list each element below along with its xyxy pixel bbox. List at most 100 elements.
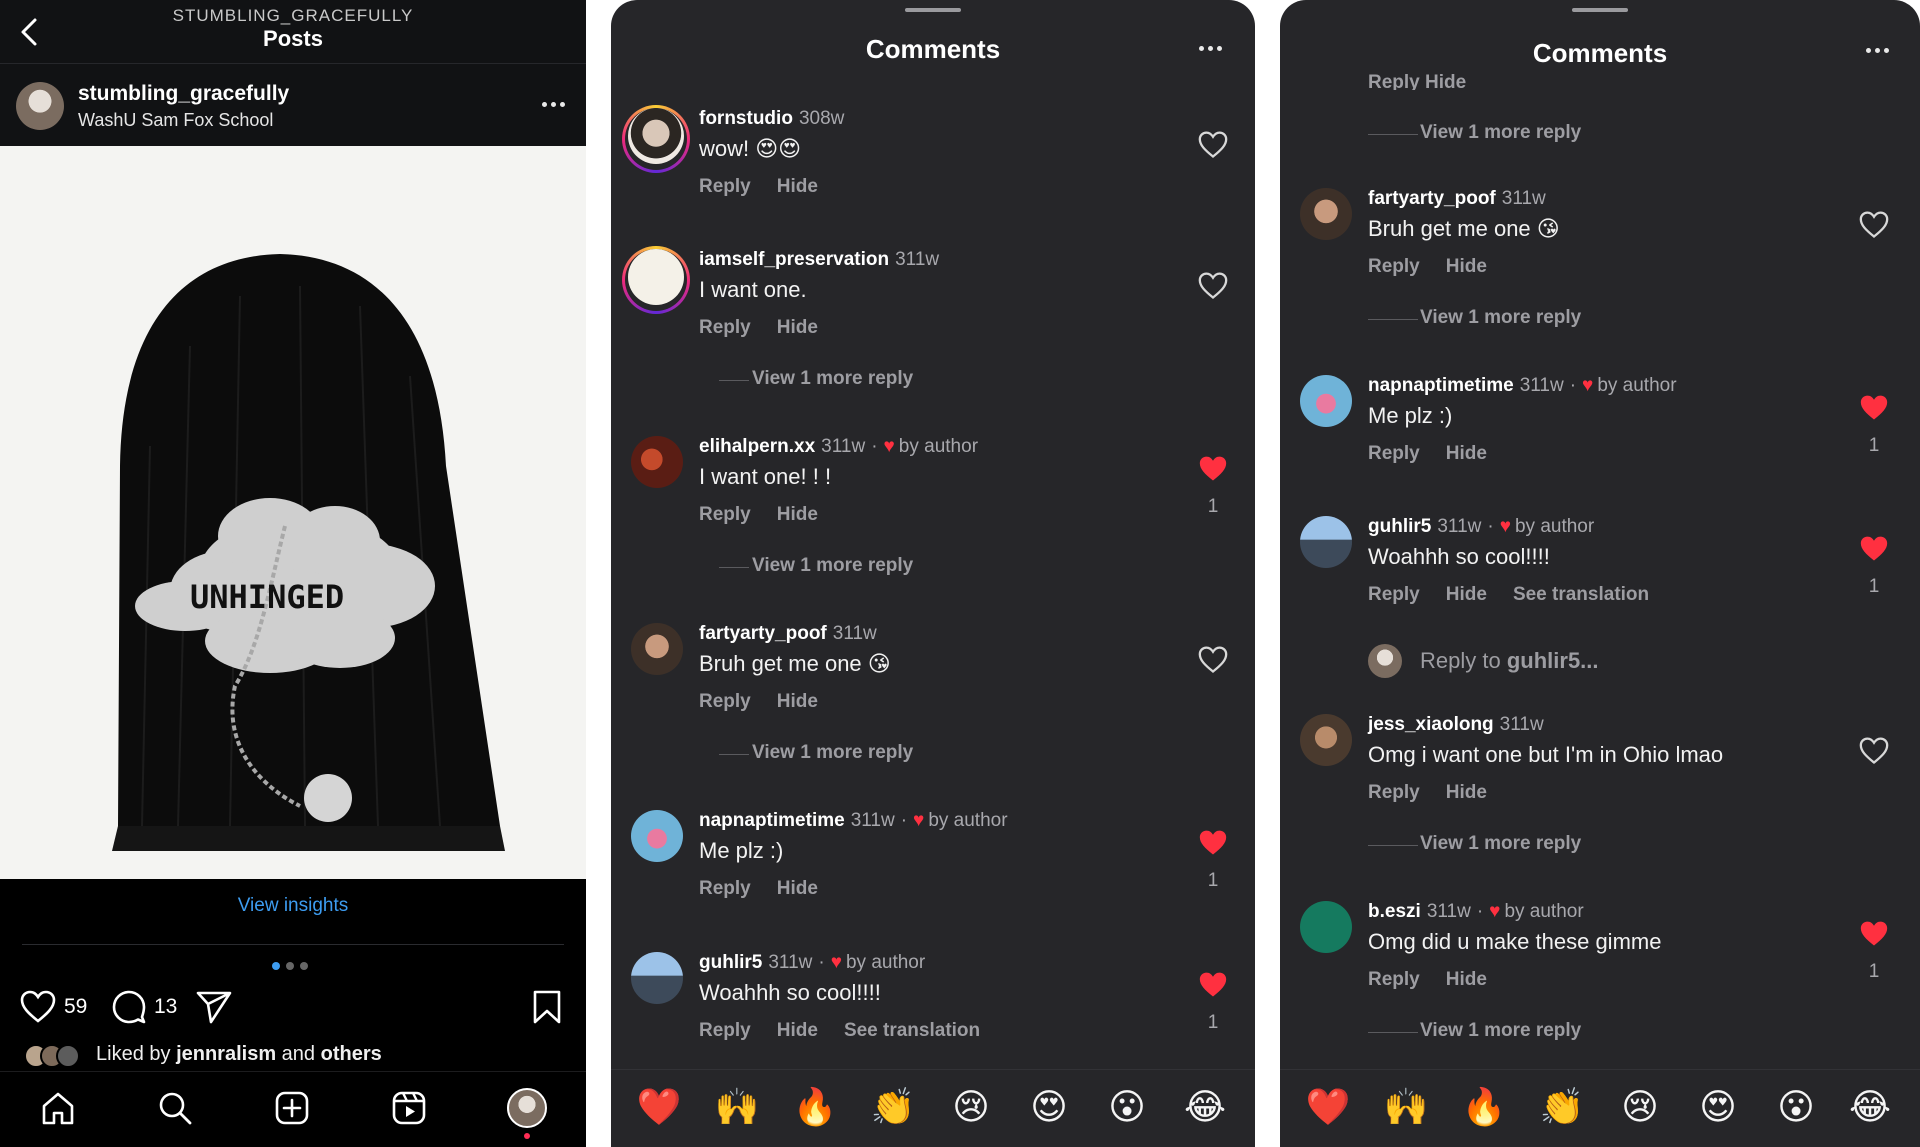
heart-filled-icon[interactable] [1195, 826, 1231, 860]
see-translation-button[interactable]: See translation [844, 1020, 980, 1041]
reply-button[interactable]: Reply [699, 317, 751, 338]
avatar[interactable] [16, 82, 64, 130]
emoji-button[interactable]: 😂 [1846, 1084, 1894, 1132]
comment-username[interactable]: fartyarty_poof [1368, 188, 1496, 209]
emoji-button[interactable]: 🙌 [1382, 1084, 1430, 1132]
emoji-button[interactable]: 😢 [1616, 1084, 1664, 1132]
emoji-button[interactable]: 😢 [947, 1084, 995, 1132]
comment-bubble-icon[interactable] [112, 990, 146, 1024]
avatar[interactable] [628, 108, 684, 164]
comment-username[interactable]: elihalpern.xx [699, 436, 815, 457]
avatar[interactable] [1300, 375, 1352, 427]
post-location[interactable]: WashU Sam Fox School [78, 110, 273, 131]
hide-button[interactable]: Hide [1446, 443, 1487, 464]
reply-button[interactable]: Reply [699, 176, 751, 197]
comment-username[interactable]: b.eszi [1368, 901, 1421, 922]
avatar[interactable] [1300, 901, 1352, 953]
comment-username[interactable]: napnaptimetime [699, 810, 845, 831]
comment-username[interactable]: fartyarty_poof [699, 623, 827, 644]
reply-button[interactable]: Reply [1368, 584, 1420, 605]
heart-outline-icon[interactable] [1195, 128, 1231, 162]
hide-button[interactable]: Hide [1446, 584, 1487, 605]
heart-outline-icon[interactable] [1856, 208, 1892, 242]
sheet-handle[interactable] [1572, 8, 1628, 12]
view-more-replies[interactable]: View 1 more reply [1420, 1020, 1581, 1042]
sheet-handle[interactable] [905, 8, 961, 12]
heart-filled-icon[interactable] [1856, 532, 1892, 566]
emoji-button[interactable]: 😍 [1025, 1084, 1073, 1132]
avatar[interactable] [631, 623, 683, 675]
more-dots-icon[interactable] [538, 94, 568, 114]
hide-button[interactable]: Hide [777, 176, 818, 197]
search-icon[interactable] [153, 1086, 197, 1130]
emoji-button[interactable]: 🔥 [1460, 1084, 1508, 1132]
avatar[interactable] [1300, 714, 1352, 766]
hide-button[interactable]: Hide [777, 1020, 818, 1041]
heart-filled-icon[interactable] [1195, 452, 1231, 486]
view-more-replies[interactable]: View 1 more reply [752, 368, 913, 390]
avatar[interactable] [631, 810, 683, 862]
save-action[interactable] [532, 990, 562, 1024]
view-insights-link[interactable]: View insights [0, 895, 586, 917]
post-username[interactable]: stumbling_gracefully [78, 82, 289, 106]
more-dots-icon[interactable] [1195, 38, 1225, 58]
liked-by-avatars[interactable] [24, 1044, 90, 1068]
share-action[interactable] [196, 990, 232, 1024]
reply-button[interactable]: Reply [699, 1020, 751, 1041]
liked-by-text[interactable]: Liked by jennralism and others [96, 1043, 382, 1066]
emoji-button[interactable]: ❤️ [1304, 1084, 1352, 1132]
emoji-button[interactable]: 🔥 [791, 1084, 839, 1132]
reply-button[interactable]: Reply [699, 504, 751, 525]
clipped-comment-actions[interactable]: Reply Hide [1368, 72, 1466, 90]
reels-icon[interactable] [387, 1086, 431, 1130]
avatar[interactable] [631, 436, 683, 488]
heart-outline-icon[interactable] [1195, 643, 1231, 677]
reply-button[interactable]: Reply [1368, 256, 1420, 277]
reply-button[interactable]: Reply [1368, 782, 1420, 803]
avatar[interactable] [631, 952, 683, 1004]
emoji-button[interactable]: 😂 [1181, 1084, 1229, 1132]
heart-filled-icon[interactable] [1195, 968, 1231, 1002]
plus-square-icon[interactable] [270, 1086, 314, 1130]
view-more-replies[interactable]: View 1 more reply [752, 742, 913, 764]
comment-username[interactable]: guhlir5 [699, 952, 762, 973]
reply-button[interactable]: Reply [699, 691, 751, 712]
hide-button[interactable]: Hide [1446, 256, 1487, 277]
like-action[interactable]: 59 [20, 990, 87, 1024]
hide-button[interactable]: Hide [777, 691, 818, 712]
comment-username[interactable]: guhlir5 [1368, 516, 1431, 537]
avatar[interactable] [628, 249, 684, 305]
comment-username[interactable]: fornstudio [699, 108, 793, 129]
home-icon[interactable] [36, 1086, 80, 1130]
emoji-button[interactable]: 👏 [1538, 1084, 1586, 1132]
hide-button[interactable]: Hide [1446, 782, 1487, 803]
hide-button[interactable]: Hide [1446, 969, 1487, 990]
emoji-button[interactable]: 🙌 [713, 1084, 761, 1132]
heart-outline-icon[interactable] [1856, 734, 1892, 768]
view-more-replies[interactable]: View 1 more reply [1420, 307, 1581, 329]
comment-username[interactable]: iamself_preservation [699, 249, 889, 270]
view-more-replies[interactable]: View 1 more reply [1420, 122, 1581, 144]
reply-button[interactable]: Reply [699, 878, 751, 899]
emoji-button[interactable]: 😍 [1694, 1084, 1742, 1132]
emoji-button[interactable]: 👏 [869, 1084, 917, 1132]
reply-button[interactable]: Reply [1368, 969, 1420, 990]
liked-by-others[interactable]: others [321, 1043, 382, 1065]
view-more-replies[interactable]: View 1 more reply [1420, 833, 1581, 855]
comment-username[interactable]: jess_xiaolong [1368, 714, 1494, 735]
comment-action[interactable]: 13 [112, 990, 177, 1024]
emoji-button[interactable]: 😮 [1772, 1084, 1820, 1132]
view-more-replies[interactable]: View 1 more reply [752, 555, 913, 577]
hide-button[interactable]: Hide [777, 878, 818, 899]
paper-plane-icon[interactable] [196, 990, 232, 1024]
heart-filled-icon[interactable] [1856, 917, 1892, 951]
reply-button[interactable]: Reply [1368, 443, 1420, 464]
avatar[interactable] [1300, 516, 1352, 568]
emoji-button[interactable]: 😮 [1103, 1084, 1151, 1132]
more-dots-icon[interactable] [1862, 40, 1892, 60]
emoji-button[interactable]: ❤️ [635, 1084, 683, 1132]
avatar[interactable] [1300, 188, 1352, 240]
heart-outline-icon[interactable] [1195, 269, 1231, 303]
hide-button[interactable]: Hide [777, 504, 818, 525]
reply-to-input[interactable]: Reply to guhlir5... [1420, 648, 1599, 674]
